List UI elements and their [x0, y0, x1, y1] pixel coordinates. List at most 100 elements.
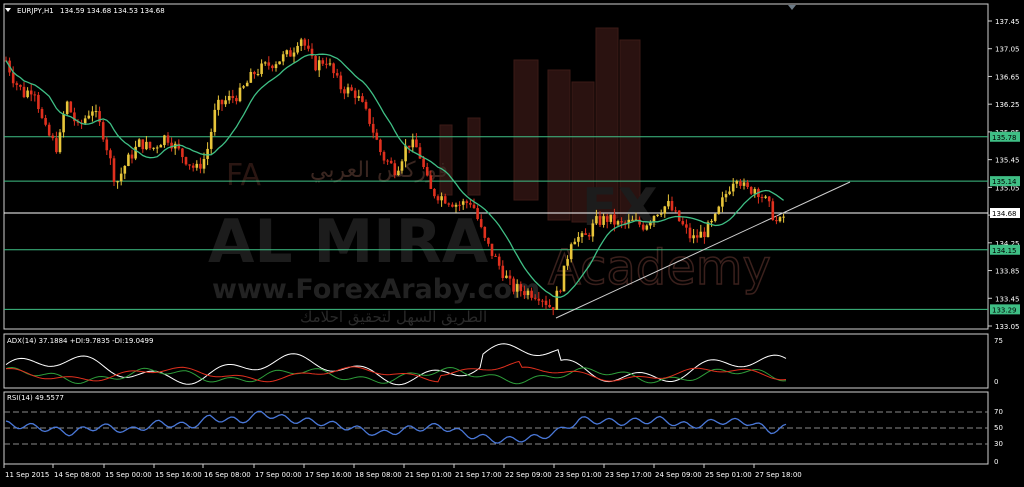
time-tick-label: 17 Sep 00:00 [255, 471, 302, 479]
time-tick-label: 23 Sep 17:00 [605, 471, 652, 479]
watermark-tagline-ar: الطريق السهل لتحقيق احلامك [300, 308, 487, 326]
candle-body [501, 265, 505, 278]
collapse-arrow-icon[interactable] [5, 8, 11, 12]
candle-body [69, 101, 73, 113]
price-tick-label: 137.05 [995, 46, 1020, 54]
candle-body [274, 64, 278, 69]
candle-body [555, 290, 559, 310]
candle-body [767, 196, 771, 202]
candle-body [195, 163, 199, 168]
candle-body [15, 83, 19, 85]
candle-body [249, 72, 253, 83]
price-tag-label: 134.68 [992, 210, 1017, 218]
time-tick-label: 16 Sep 08:00 [204, 471, 251, 479]
candle-body [548, 304, 551, 308]
candle-body [429, 175, 433, 189]
candle-body [573, 241, 577, 245]
candle-body [587, 234, 591, 237]
candle-body [346, 87, 350, 94]
time-tick-label: 15 Sep 16:00 [155, 471, 202, 479]
candle-body [285, 50, 289, 55]
chart-window[interactable]: FA فوركس العربي AL MIRA FX www.ForexArab… [0, 0, 1024, 483]
candle-body [706, 222, 710, 238]
candle-body [267, 62, 271, 66]
time-tick-label: 23 Sep 01:00 [555, 471, 602, 479]
candle-body [163, 135, 166, 146]
candle-body [710, 220, 713, 223]
adx-label: ADX(14) 37.1884 +DI:9.7835 -DI:19.0499 [7, 337, 153, 345]
candle-body [62, 113, 65, 133]
candle-body [292, 52, 296, 57]
price-tick-label: 136.25 [995, 101, 1020, 109]
candle-body [361, 96, 364, 102]
candle-body [562, 265, 566, 292]
watermark-brand-en: AL MIRA [208, 207, 489, 277]
candle-body [739, 181, 742, 186]
candle-body [224, 100, 227, 105]
candle-body [37, 94, 40, 110]
candle-body [523, 291, 526, 296]
price-tick-label: 137.45 [995, 18, 1020, 26]
candle-body [559, 290, 562, 292]
candle-body [764, 196, 767, 198]
candle-body [58, 132, 62, 153]
candle-body [731, 183, 735, 192]
candle-body [721, 197, 724, 207]
time-tick-label: 18 Sep 08:00 [355, 471, 402, 479]
candle-body [735, 181, 739, 184]
chart-canvas[interactable]: FA فوركس العربي AL MIRA FX www.ForexArab… [0, 0, 1024, 483]
candle-body [443, 196, 447, 204]
candle-body [458, 204, 461, 206]
watermark-website: www.ForexAraby.com [212, 274, 540, 305]
candle-body [512, 278, 515, 292]
candle-body [659, 213, 663, 215]
candle-body [407, 145, 411, 148]
candle-body [685, 224, 688, 228]
candle-body [141, 139, 145, 150]
candle-body [483, 226, 487, 238]
candle-body [382, 152, 386, 161]
candle-body [433, 188, 436, 197]
candle-body [440, 196, 443, 201]
price-tick-label: 133.85 [995, 268, 1020, 276]
rsi-tick-30: 30 [994, 440, 1003, 448]
time-tick-label: 27 Sep 18:00 [755, 471, 802, 479]
candle-body [674, 210, 677, 212]
candle-body [217, 99, 220, 110]
candle-body [695, 235, 699, 238]
candle-body [26, 90, 29, 98]
candle-body [145, 141, 148, 150]
candle-body [238, 87, 242, 102]
candle-body [742, 182, 746, 186]
candle-body [461, 201, 465, 205]
candle-body [325, 63, 328, 65]
candle-body [418, 147, 422, 159]
candle-body [40, 109, 44, 118]
time-tick-label: 15 Sep 00:00 [105, 471, 152, 479]
candle-body [591, 223, 595, 237]
candle-body [350, 87, 353, 91]
candle-body [598, 216, 602, 225]
candle-body [379, 139, 382, 153]
candle-body [19, 84, 22, 87]
candle-body [454, 204, 458, 207]
candle-body [353, 90, 357, 98]
candle-body [22, 86, 26, 98]
candle-body [717, 206, 721, 214]
candle-body [782, 216, 785, 218]
candle-body [256, 74, 260, 76]
candle-body [109, 150, 112, 159]
candle-body [231, 96, 235, 99]
candle-body [641, 224, 645, 230]
price-tick-label: 133.05 [995, 323, 1020, 331]
rsi-line [5, 410, 787, 444]
candle-body [386, 160, 389, 162]
candle-body [339, 75, 343, 90]
candle-body [343, 89, 346, 94]
candle-body [620, 221, 623, 223]
shift-marker-icon[interactable] [788, 5, 796, 10]
price-tag-label: 135.78 [992, 134, 1017, 142]
candle-body [296, 45, 299, 53]
price-tag-label: 135.14 [992, 178, 1017, 186]
candle-body [105, 139, 109, 151]
